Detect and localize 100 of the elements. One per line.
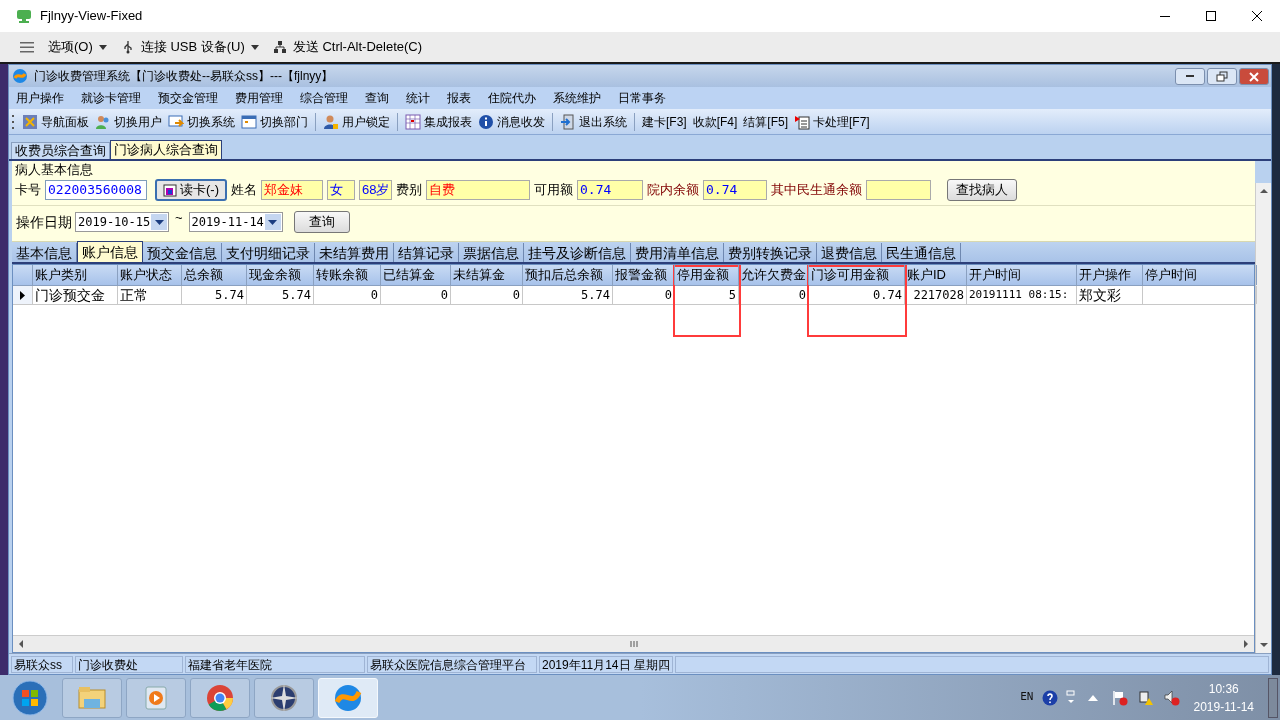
menu-item[interactable]: 住院代办: [488, 89, 536, 107]
find-patient-button[interactable]: 查找病人: [947, 179, 1017, 201]
toolbar-button[interactable]: 消息收发: [475, 112, 548, 131]
card-document-icon: [794, 113, 810, 130]
menu-item[interactable]: 用户操作: [16, 89, 64, 107]
users-icon: [95, 113, 111, 130]
date-dropdown[interactable]: 2019-11-14: [188, 212, 283, 232]
tab[interactable]: 账户信息: [77, 241, 143, 262]
column-header[interactable]: 总余额: [182, 265, 247, 285]
menu-item[interactable]: 综合管理: [300, 89, 348, 107]
tab[interactable]: 收费员综合查询: [11, 142, 110, 159]
tab[interactable]: 民生通信息: [882, 243, 961, 262]
column-header[interactable]: 允许欠费金: [739, 265, 809, 285]
report-grid-icon: [405, 113, 421, 130]
toolbar-button[interactable]: 导航面板: [19, 112, 92, 131]
range-separator: ~: [175, 209, 183, 228]
column-header[interactable]: 预扣后总余额: [523, 265, 613, 285]
table-cell: 门诊预交金: [33, 286, 118, 304]
menu-icon: [20, 41, 34, 53]
app-title: 门诊收费管理系统【门诊收费处--易联众ss】---【fjlnyy】: [34, 68, 334, 85]
close-button[interactable]: [1239, 67, 1269, 85]
toolbar-button[interactable]: 切换系统: [165, 112, 238, 131]
query-button[interactable]: 查询: [293, 211, 350, 233]
caret-icon: [98, 44, 107, 50]
column-header[interactable]: 现金余额: [247, 265, 314, 285]
tab[interactable]: 结算记录: [394, 243, 459, 262]
status-text: 门诊收费处: [75, 655, 183, 673]
toolbar-button[interactable]: 建卡[F3]: [639, 112, 690, 131]
calendar-icon: [241, 113, 257, 130]
column-header[interactable]: 开户时间: [967, 265, 1077, 285]
table-cell: 0.74: [809, 286, 905, 304]
tab[interactable]: 挂号及诊断信息: [524, 243, 631, 262]
network-warning-icon: [1137, 689, 1154, 706]
column-header[interactable]: 账户类别: [33, 265, 118, 285]
age-field[interactable]: 68岁: [359, 180, 392, 200]
toolbar-button[interactable]: 用户锁定: [320, 112, 393, 131]
menu-item[interactable]: 日常事务: [618, 89, 666, 107]
help-icon: [1041, 689, 1058, 706]
menu-item[interactable]: 预交金管理: [158, 89, 218, 107]
minshengtong-balance-field[interactable]: [866, 180, 931, 200]
tab[interactable]: 费用清单信息: [631, 243, 724, 262]
table-cell: 0: [381, 286, 451, 304]
column-header[interactable]: 门诊可用金额: [809, 265, 905, 285]
toolbar-button[interactable]: 退出系统: [557, 112, 630, 131]
minimize-button[interactable]: [1175, 67, 1205, 85]
menu-item[interactable]: 连接 USB 设备(U): [140, 37, 259, 57]
column-header[interactable]: 账户状态: [118, 265, 182, 285]
table-cell: 5.74: [247, 286, 314, 304]
field-label: 姓名: [231, 181, 257, 200]
taskbar-app[interactable]: [254, 677, 314, 718]
column-header[interactable]: 未结算金: [451, 265, 523, 285]
name-field[interactable]: 郑金妹: [261, 180, 323, 200]
window-arrow-icon: [168, 113, 184, 130]
column-header[interactable]: 账户ID: [905, 265, 967, 285]
status-text: 福建省老年医院: [185, 655, 365, 673]
fee-type-field[interactable]: 自费: [426, 180, 530, 200]
toolbar-button[interactable]: 卡处理[F7]: [791, 112, 873, 131]
table-cell: 5: [675, 286, 739, 304]
toolbar-button[interactable]: 集成报表: [402, 112, 475, 131]
tab[interactable]: 票据信息: [459, 243, 524, 262]
menu-item[interactable]: 就诊卡管理: [81, 89, 141, 107]
close-icon: [1250, 9, 1264, 23]
toolbar-button[interactable]: 切换用户: [92, 112, 165, 131]
tab[interactable]: 未结算费用: [315, 243, 394, 262]
balance-field[interactable]: 0.74: [703, 180, 767, 200]
tab[interactable]: 费别转换记录: [724, 243, 817, 262]
restore-button[interactable]: [1207, 67, 1237, 85]
available-amount-field[interactable]: 0.74: [577, 180, 643, 200]
vertical-scrollbar[interactable]: [1255, 183, 1271, 653]
toolbar-button[interactable]: 结算[F5]: [740, 112, 791, 131]
column-header[interactable]: 转账余额: [314, 265, 381, 285]
menu-item[interactable]: 统计: [406, 89, 430, 107]
card-number-field[interactable]: 022003560008: [45, 180, 147, 200]
table-cell: 5.74: [182, 286, 247, 304]
menu-item[interactable]: 费用管理: [235, 89, 283, 107]
tab[interactable]: 退费信息: [817, 243, 882, 262]
tab[interactable]: 支付明细记录: [222, 243, 315, 262]
tray-expand-icon: [1087, 694, 1098, 701]
language-indicator[interactable]: EN: [1020, 689, 1034, 706]
menu-item[interactable]: 选项(O): [48, 37, 107, 57]
column-header[interactable]: 开户操作: [1077, 265, 1143, 285]
date-dropdown[interactable]: 2019-10-15: [75, 212, 169, 232]
toolbar-button[interactable]: 切换部门: [238, 112, 311, 131]
logo-icon: [12, 68, 28, 84]
read-card-button[interactable]: 读卡(-): [155, 179, 227, 201]
tab[interactable]: 门诊病人综合查询: [110, 140, 222, 159]
row-indicator[interactable]: [13, 286, 33, 304]
column-header[interactable]: 报警金额: [613, 265, 675, 285]
horizontal-scrollbar[interactable]: [13, 635, 1254, 652]
menu-item[interactable]: 发送 Ctrl-Alt-Delete(C): [292, 37, 423, 57]
column-header[interactable]: 已结算金: [381, 265, 451, 285]
toolbar-button[interactable]: 收款[F4]: [689, 112, 741, 131]
menu-item[interactable]: 查询: [365, 89, 389, 107]
menu-item[interactable]: 系统维护: [553, 89, 601, 107]
sex-field[interactable]: 女: [327, 180, 355, 200]
column-header[interactable]: 停用金额: [675, 265, 739, 285]
tab[interactable]: 预交金信息: [143, 243, 222, 262]
show-desktop-button[interactable]: [1268, 677, 1278, 718]
field-label: 费别: [396, 181, 422, 200]
menu-item[interactable]: 报表: [447, 89, 471, 107]
